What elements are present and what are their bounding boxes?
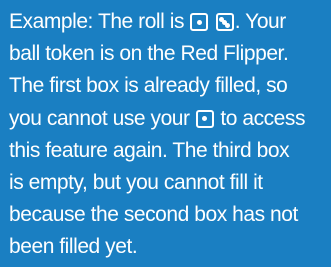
die-one-icon	[195, 109, 214, 128]
example-line-4-start: you cannot use your	[9, 106, 195, 130]
example-line-1: Example: The roll is . Your	[9, 6, 327, 38]
example-line-5: this feature again. The third box	[9, 138, 290, 162]
die-pip	[225, 22, 231, 28]
example-line-4: you cannot use your to access	[9, 103, 327, 135]
example-line-4-end: to access	[214, 106, 306, 130]
example-line-6: is empty, but you cannot fill it	[9, 171, 263, 195]
die-three-icon	[215, 13, 234, 31]
die-one-icon	[190, 13, 209, 31]
die-pip	[202, 116, 208, 122]
example-line-3: The first box is already filled, so	[9, 74, 288, 98]
die-pip	[196, 19, 202, 25]
example-line-8: been filled yet.	[9, 235, 138, 259]
example-line-2: ball token is on the Red Flipper.	[9, 42, 289, 66]
example-line-7: because the second box has not	[9, 203, 298, 227]
example-text: Example: The roll is . Your ball token i…	[9, 6, 327, 264]
example-line-1-start: Example: The roll is	[9, 10, 190, 33]
example-panel: Example: The roll is . Your ball token i…	[0, 0, 331, 267]
example-line-1-end: . Your	[234, 10, 286, 33]
